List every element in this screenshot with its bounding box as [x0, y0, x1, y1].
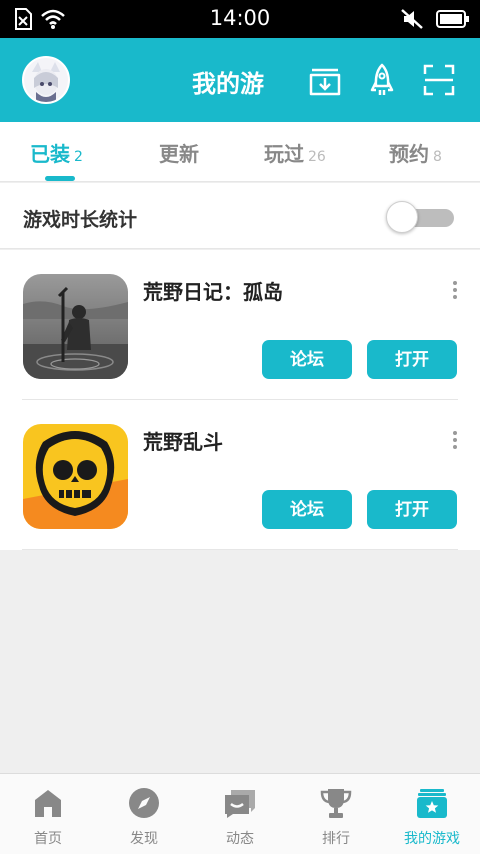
tab-label: 已装 [30, 142, 70, 166]
forum-button[interactable]: 论坛 [262, 340, 352, 379]
app-header: 我的游 [0, 38, 480, 122]
list-item[interactable]: 荒野日记：孤岛 论坛 打开 [0, 250, 480, 400]
game-box-icon [417, 789, 447, 818]
tab-indicator [45, 176, 75, 181]
game-name: 荒野乱斗 [143, 430, 223, 454]
nav-label: 发现 [130, 831, 158, 847]
nav-my-games[interactable]: 我的游戏 [384, 774, 480, 854]
download-icon[interactable] [307, 62, 343, 98]
game-icon-brawl-stars[interactable] [23, 424, 128, 529]
more-options-icon[interactable] [450, 430, 460, 450]
nav-label: 我的游戏 [404, 831, 460, 847]
scan-icon[interactable] [421, 62, 457, 98]
tab-reserved[interactable]: 预约 8 [389, 138, 442, 167]
avatar-image [24, 58, 68, 102]
tab-played[interactable]: 玩过 26 [264, 138, 326, 167]
more-options-icon[interactable] [450, 280, 460, 300]
nav-ranking[interactable]: 排行 [288, 774, 384, 854]
forum-button[interactable]: 论坛 [262, 490, 352, 529]
playtime-stats-toggle[interactable] [386, 201, 454, 233]
divider [22, 549, 458, 550]
bottom-navigation: 首页 发现 动态 排行 我的游戏 [0, 773, 480, 854]
chat-bubble-icon [225, 790, 255, 818]
tab-label: 预约 [389, 142, 429, 166]
list-item[interactable]: 荒野乱斗 论坛 打开 [0, 400, 480, 550]
tab-count: 26 [308, 149, 326, 165]
rocket-icon[interactable] [364, 62, 400, 98]
tab-bar: 已装 2 更新 玩过 26 预约 8 [0, 122, 480, 182]
status-bar: 14:00 [0, 0, 480, 38]
nav-feed[interactable]: 动态 [192, 774, 288, 854]
tab-count: 2 [74, 149, 83, 165]
compass-icon [129, 788, 159, 818]
avatar[interactable] [22, 56, 70, 104]
home-icon [35, 790, 61, 817]
nav-home[interactable]: 首页 [0, 774, 96, 854]
playtime-stats-label: 游戏时长统计 [23, 209, 138, 231]
nav-label: 首页 [34, 831, 62, 847]
tab-count: 8 [433, 149, 442, 165]
tab-label: 更新 [159, 142, 199, 166]
open-button[interactable]: 打开 [367, 490, 457, 529]
battery-icon [436, 10, 469, 28]
trophy-icon [320, 789, 352, 818]
page-title: 我的游 [192, 70, 264, 98]
nav-label: 排行 [322, 831, 350, 847]
playtime-stats-row: 游戏时长统计 [0, 183, 480, 249]
game-icon-wild-diary[interactable] [23, 274, 128, 379]
tab-updates[interactable]: 更新 [159, 138, 203, 167]
nav-discover[interactable]: 发现 [96, 774, 192, 854]
tab-installed[interactable]: 已装 2 [30, 138, 83, 167]
mute-icon [401, 9, 423, 29]
toggle-knob [386, 201, 418, 233]
tab-label: 玩过 [264, 142, 304, 166]
game-name: 荒野日记：孤岛 [143, 280, 283, 304]
installed-games-list: 荒野日记：孤岛 论坛 打开 荒野乱斗 论坛 打开 [0, 250, 480, 550]
game-artwork [23, 424, 128, 529]
open-button[interactable]: 打开 [367, 340, 457, 379]
nav-label: 动态 [226, 831, 254, 847]
game-artwork [23, 274, 128, 379]
